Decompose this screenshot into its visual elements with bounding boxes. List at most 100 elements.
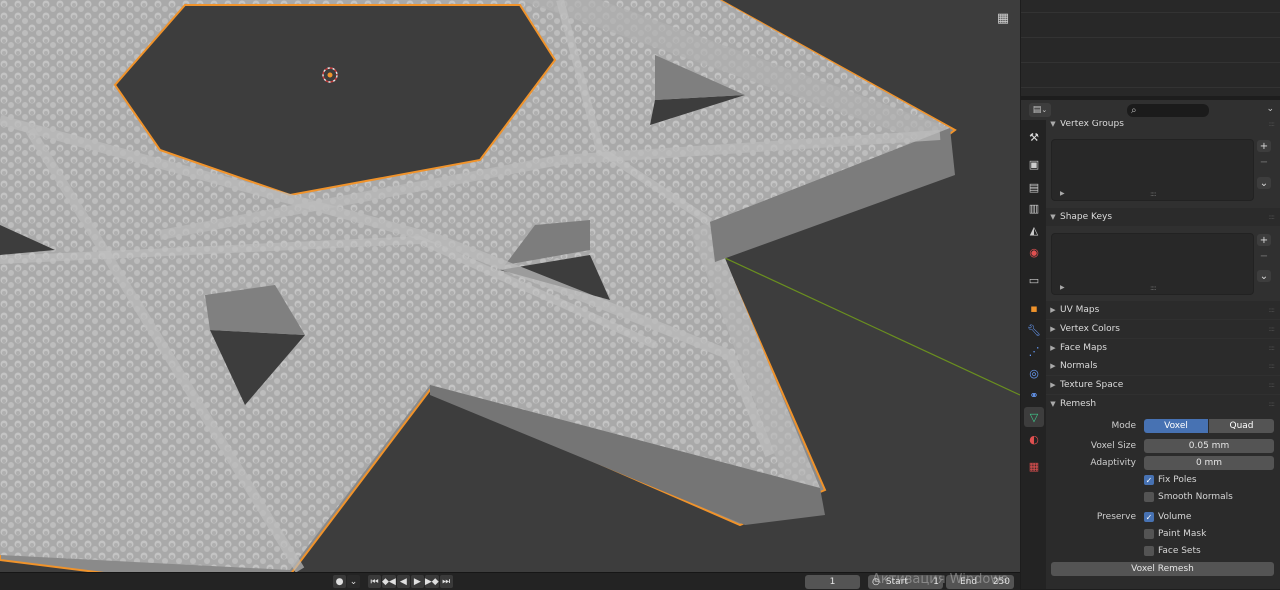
jump-end-button[interactable]: ⏭ xyxy=(439,575,453,588)
preserve-face-sets-checkbox[interactable]: Face Sets xyxy=(1144,545,1201,557)
expand-list-icon[interactable]: ▶ xyxy=(1060,190,1065,197)
checkmark-icon: ✓ xyxy=(1144,475,1154,485)
volume-label: Volume xyxy=(1158,512,1192,522)
properties-header: ▤ ⌄ ⌕ ⌄ xyxy=(1021,100,1280,120)
mode-voxel-button[interactable]: Voxel xyxy=(1144,419,1208,433)
adaptivity-field[interactable]: 0 mm xyxy=(1144,456,1274,470)
search-icon: ⌕ xyxy=(1131,104,1137,116)
properties-content: ▼ Vertex Groups :::: ▶ :::: + − ⌄ ▼ Shap… xyxy=(1046,120,1280,589)
texture-space-title: Texture Space xyxy=(1060,380,1124,390)
collapsed-arrow-icon: ▶ xyxy=(1050,325,1056,333)
remove-vertex-group-button[interactable]: − xyxy=(1257,156,1271,168)
constraints-icon[interactable]: ⚭ xyxy=(1024,385,1044,405)
preserve-label: Preserve xyxy=(1096,512,1136,522)
prev-keyframe-button[interactable]: ◆◀ xyxy=(382,575,396,588)
normals-title: Normals xyxy=(1060,361,1098,371)
checkmark-icon: ✓ xyxy=(1144,512,1154,522)
mode-quad-button[interactable]: Quad xyxy=(1209,419,1274,433)
normals-panel-header[interactable]: ▶ Normals :::: xyxy=(1046,357,1280,375)
shape-keys-title: Shape Keys xyxy=(1060,212,1113,222)
shape-key-specials-button[interactable]: ⌄ xyxy=(1257,270,1271,282)
expand-arrow-icon: ▼ xyxy=(1050,213,1056,221)
modifier-icon[interactable]: 🔧︎ xyxy=(1024,320,1044,340)
preserve-paint-mask-checkbox[interactable]: Paint Mask xyxy=(1144,528,1206,540)
shape-keys-panel-header[interactable]: ▼ Shape Keys :::: xyxy=(1046,208,1280,226)
texture-space-panel-header[interactable]: ▶ Texture Space :::: xyxy=(1046,376,1280,394)
voxel-size-label: Voxel Size xyxy=(1090,441,1136,451)
play-button[interactable]: ▶ xyxy=(410,575,424,588)
drag-handle-icon[interactable]: :::: xyxy=(1269,381,1276,389)
checkbox-empty-icon xyxy=(1144,546,1154,556)
play-reverse-button[interactable]: ◀ xyxy=(396,575,410,588)
vertex-groups-title: Vertex Groups xyxy=(1060,120,1124,129)
remesh-title: Remesh xyxy=(1060,399,1097,409)
expand-arrow-icon: ▼ xyxy=(1050,120,1056,128)
uv-maps-panel-header[interactable]: ▶ UV Maps :::: xyxy=(1046,301,1280,319)
face-maps-panel-header[interactable]: ▶ Face Maps :::: xyxy=(1046,339,1280,357)
properties-search-input[interactable]: ⌕ xyxy=(1127,103,1209,117)
fix-poles-checkbox[interactable]: ✓ Fix Poles xyxy=(1144,474,1197,486)
tool-icon[interactable]: ⚒ xyxy=(1024,127,1044,147)
face-maps-title: Face Maps xyxy=(1060,343,1107,353)
expand-arrow-icon: ▼ xyxy=(1050,400,1056,408)
vertex-colors-panel-header[interactable]: ▶ Vertex Colors :::: xyxy=(1046,320,1280,338)
collapsed-arrow-icon: ▶ xyxy=(1050,362,1056,370)
scene-render xyxy=(0,0,1020,572)
windows-activation-watermark: Активация Windows xyxy=(872,572,1008,587)
smooth-normals-label: Smooth Normals xyxy=(1158,492,1233,502)
object-icon[interactable]: ▪ xyxy=(1024,298,1044,318)
view-layer-icon[interactable]: ▥ xyxy=(1024,198,1044,218)
resize-handle-icon[interactable]: :::: xyxy=(1150,284,1157,292)
vertex-groups-list[interactable]: ▶ :::: xyxy=(1051,139,1254,201)
options-dropdown-icon[interactable]: ⌄ xyxy=(1266,104,1274,114)
smooth-normals-checkbox[interactable]: Smooth Normals xyxy=(1144,491,1233,503)
world-icon[interactable]: ◉ xyxy=(1024,242,1044,262)
voxel-remesh-button[interactable]: Voxel Remesh xyxy=(1051,562,1274,576)
shape-keys-list[interactable]: ▶ :::: xyxy=(1051,233,1254,295)
drag-handle-icon[interactable]: :::: xyxy=(1269,325,1276,333)
add-vertex-group-button[interactable]: + xyxy=(1257,140,1271,152)
drag-handle-icon[interactable]: :::: xyxy=(1269,400,1276,408)
data-icon[interactable]: ▽ xyxy=(1024,407,1044,427)
next-keyframe-button[interactable]: ▶◆ xyxy=(424,575,439,588)
drag-handle-icon[interactable]: :::: xyxy=(1269,120,1276,128)
scene-icon[interactable]: ◭ xyxy=(1024,220,1044,240)
properties-tabs: ⚒ ▣ ▤ ▥ ◭ ◉ ▭ ▪ 🔧︎ ⋰ ◎ ⚭ ▽ ◐ ▦ xyxy=(1021,120,1046,589)
remove-shape-key-button[interactable]: − xyxy=(1257,250,1271,262)
particles-icon[interactable]: ⋰ xyxy=(1024,341,1044,361)
voxel-size-field[interactable]: 0.05 mm xyxy=(1144,439,1274,453)
material-icon[interactable]: ◐ xyxy=(1024,429,1044,449)
drag-handle-icon[interactable]: :::: xyxy=(1269,362,1276,370)
vertex-groups-panel-header[interactable]: ▼ Vertex Groups :::: xyxy=(1046,120,1280,133)
expand-list-icon[interactable]: ▶ xyxy=(1060,284,1065,291)
collapsed-arrow-icon: ▶ xyxy=(1050,381,1056,389)
texture-icon[interactable]: ▦ xyxy=(1024,456,1044,476)
keyframe-record-button[interactable]: ● xyxy=(333,575,346,588)
drag-handle-icon[interactable]: :::: xyxy=(1269,213,1276,221)
vertex-colors-title: Vertex Colors xyxy=(1060,324,1120,334)
checkbox-empty-icon xyxy=(1144,492,1154,502)
paint-mask-label: Paint Mask xyxy=(1158,529,1207,539)
3d-viewport[interactable]: ▦ xyxy=(0,0,1020,572)
adaptivity-label: Adaptivity xyxy=(1090,458,1136,468)
render-icon[interactable]: ▣ xyxy=(1024,154,1044,174)
face-sets-label: Face Sets xyxy=(1158,546,1201,556)
preserve-volume-checkbox[interactable]: ✓ Volume xyxy=(1144,511,1191,523)
output-icon[interactable]: ▤ xyxy=(1024,177,1044,197)
vertex-group-specials-button[interactable]: ⌄ xyxy=(1257,177,1271,189)
physics-icon[interactable]: ◎ xyxy=(1024,363,1044,383)
resize-handle-icon[interactable]: :::: xyxy=(1150,190,1157,198)
grid-icon[interactable]: ▦ xyxy=(993,8,1013,28)
drag-handle-icon[interactable]: :::: xyxy=(1269,306,1276,314)
chevron-down-icon[interactable]: ⌄ xyxy=(347,575,360,588)
editor-type-dropdown[interactable]: ▤ ⌄ xyxy=(1029,103,1051,117)
chevron-down-icon: ⌄ xyxy=(1041,106,1048,114)
jump-start-button[interactable]: ⏮ xyxy=(368,575,381,588)
collapsed-arrow-icon: ▶ xyxy=(1050,344,1056,352)
add-shape-key-button[interactable]: + xyxy=(1257,234,1271,246)
outliner-panel[interactable] xyxy=(1021,0,1280,96)
current-frame-field[interactable]: 1 xyxy=(805,575,860,589)
drag-handle-icon[interactable]: :::: xyxy=(1269,344,1276,352)
fix-poles-label: Fix Poles xyxy=(1158,475,1197,485)
collection-icon[interactable]: ▭ xyxy=(1024,270,1044,290)
